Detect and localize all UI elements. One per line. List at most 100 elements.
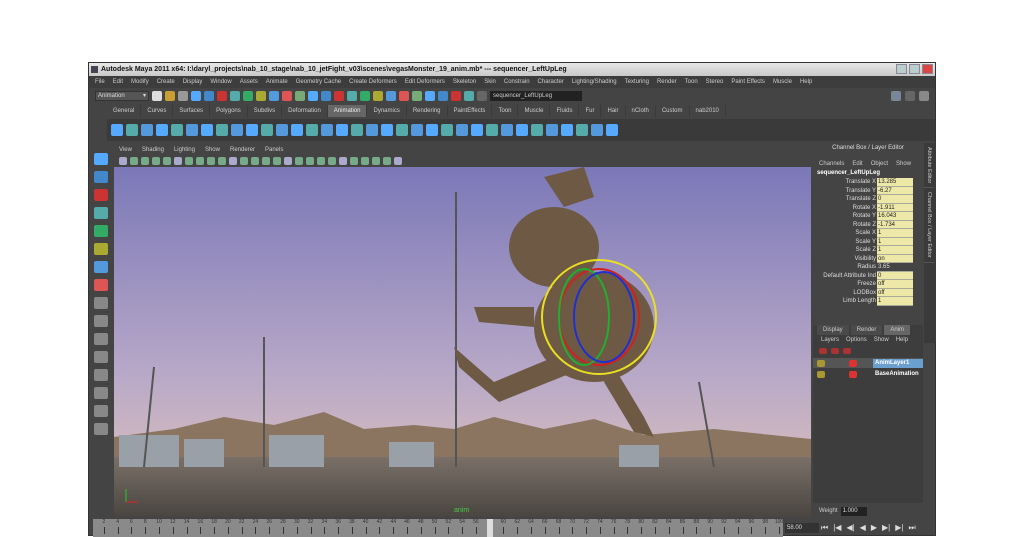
- selection-input[interactable]: sequencer_LeftUpLeg: [490, 91, 582, 101]
- shelf-tool-icon[interactable]: [501, 124, 513, 136]
- layer-icon[interactable]: [843, 348, 851, 354]
- tool-icon[interactable]: [321, 91, 331, 101]
- menu-file[interactable]: File: [95, 76, 105, 88]
- layer-lock-icon[interactable]: [817, 359, 825, 367]
- toolbox-icon[interactable]: [94, 423, 108, 435]
- tool-icon[interactable]: [243, 91, 253, 101]
- viewport-menu-show[interactable]: Show: [205, 145, 220, 155]
- shelf-tool-icon[interactable]: [171, 124, 183, 136]
- shelf-tool-icon[interactable]: [186, 124, 198, 136]
- channel-value[interactable]: 1: [877, 297, 913, 306]
- toolbox-icon[interactable]: [94, 333, 108, 345]
- playback-button-0[interactable]: ⏮: [821, 522, 828, 534]
- viewport[interactable]: anim: [114, 167, 811, 517]
- toolbox-icon[interactable]: [94, 171, 108, 183]
- layer-tab-anim[interactable]: Anim: [884, 325, 911, 335]
- playback-button-2[interactable]: ◀|: [846, 522, 854, 534]
- channel-value[interactable]: -1.911: [877, 203, 913, 212]
- channel-value[interactable]: 16.043: [877, 212, 913, 221]
- new-scene-icon[interactable]: [152, 91, 162, 101]
- tool-icon[interactable]: [282, 91, 292, 101]
- layer-icon[interactable]: [819, 348, 827, 354]
- tab-curves[interactable]: Curves: [141, 105, 174, 117]
- viewport-tool-icon[interactable]: [350, 156, 358, 165]
- layer-name[interactable]: AnimLayer1: [873, 358, 923, 368]
- menu-skeleton[interactable]: Skeleton: [453, 76, 476, 88]
- shelf-tool-icon[interactable]: [576, 124, 588, 136]
- shelf-tool-icon[interactable]: [276, 124, 288, 136]
- channel-label[interactable]: Rotate Z: [813, 221, 877, 230]
- tool-icon[interactable]: [425, 91, 435, 101]
- menu-set-dropdown[interactable]: Animation: [95, 91, 149, 101]
- channel-label[interactable]: Limb Length: [813, 297, 877, 306]
- channel-value[interactable]: on: [877, 254, 913, 263]
- tab-subdivs[interactable]: Subdivs: [248, 105, 283, 117]
- shelf-tool-icon[interactable]: [531, 124, 543, 136]
- layer-row[interactable]: AnimLayer1: [813, 358, 923, 368]
- weight-input[interactable]: 1.000: [840, 506, 867, 516]
- shelf-tool-icon[interactable]: [216, 124, 228, 136]
- channel-value[interactable]: off: [877, 288, 913, 297]
- layer-lock-icon[interactable]: [817, 370, 825, 378]
- tab-polygons[interactable]: Polygons: [210, 105, 248, 117]
- layer-menu-options[interactable]: Options: [846, 335, 867, 345]
- shelf-tool-icon[interactable]: [291, 124, 303, 136]
- viewport-tool-icon[interactable]: [218, 156, 226, 165]
- tool-icon[interactable]: [347, 91, 357, 101]
- shelf-tool-icon[interactable]: [426, 124, 438, 136]
- menu-create-deformers[interactable]: Create Deformers: [349, 76, 397, 88]
- layer-icon[interactable]: [831, 348, 839, 354]
- current-time-marker[interactable]: [486, 519, 493, 537]
- viewport-tool-icon[interactable]: [152, 156, 160, 165]
- channel-label[interactable]: Rotate Y: [813, 212, 877, 221]
- menu-animate[interactable]: Animate: [266, 76, 288, 88]
- viewport-tool-icon[interactable]: [306, 156, 314, 165]
- menu-skin[interactable]: Skin: [484, 76, 496, 88]
- show-attribute-editor-icon[interactable]: [891, 91, 901, 101]
- layer-tab-display[interactable]: Display: [817, 325, 849, 335]
- viewport-tool-icon[interactable]: [339, 156, 347, 165]
- viewport-tool-icon[interactable]: [394, 156, 402, 165]
- shelf-tool-icon[interactable]: [156, 124, 168, 136]
- menu-geometry-cache[interactable]: Geometry Cache: [296, 76, 341, 88]
- toolbox-icon[interactable]: [94, 297, 108, 309]
- playback-button-6[interactable]: ▶|: [895, 522, 903, 534]
- viewport-tool-icon[interactable]: [174, 156, 182, 165]
- channel-label[interactable]: Translate Y: [813, 187, 877, 196]
- shelf-tool-icon[interactable]: [336, 124, 348, 136]
- viewport-tool-icon[interactable]: [328, 156, 336, 165]
- playback-button-1[interactable]: |◀: [833, 522, 841, 534]
- restore-button[interactable]: [909, 64, 920, 74]
- layer-menu-layers[interactable]: Layers: [821, 335, 839, 345]
- viewport-tool-icon[interactable]: [229, 156, 237, 165]
- channel-menu-object[interactable]: Object: [871, 159, 888, 169]
- shelf-tool-icon[interactable]: [486, 124, 498, 136]
- tool-icon[interactable]: [308, 91, 318, 101]
- viewport-tool-icon[interactable]: [383, 156, 391, 165]
- menu-display[interactable]: Display: [183, 76, 203, 88]
- toolbox-icon[interactable]: [94, 153, 108, 165]
- channel-value[interactable]: off: [877, 280, 913, 289]
- shelf-tool-icon[interactable]: [111, 124, 123, 136]
- channel-value[interactable]: 1: [877, 246, 913, 255]
- viewport-tool-icon[interactable]: [317, 156, 325, 165]
- channel-value[interactable]: 1: [877, 237, 913, 246]
- toolbox-icon[interactable]: [94, 279, 108, 291]
- tab-hair[interactable]: Hair: [601, 105, 626, 117]
- menu-lighting-shading[interactable]: Lighting/Shading: [572, 76, 617, 88]
- shelf-tool-icon[interactable]: [456, 124, 468, 136]
- toolbox-icon[interactable]: [94, 369, 108, 381]
- menu-paint-effects[interactable]: Paint Effects: [731, 76, 765, 88]
- tool-icon[interactable]: [256, 91, 266, 101]
- toolbox-icon[interactable]: [94, 351, 108, 363]
- toolbox-icon[interactable]: [94, 243, 108, 255]
- viewport-tool-icon[interactable]: [295, 156, 303, 165]
- tool-icon[interactable]: [269, 91, 279, 101]
- viewport-tool-icon[interactable]: [240, 156, 248, 165]
- shelf-tool-icon[interactable]: [591, 124, 603, 136]
- tab-general[interactable]: General: [107, 105, 142, 117]
- menu-character[interactable]: Character: [538, 76, 564, 88]
- menu-window[interactable]: Window: [210, 76, 231, 88]
- viewport-tool-icon[interactable]: [284, 156, 292, 165]
- shelf-tool-icon[interactable]: [411, 124, 423, 136]
